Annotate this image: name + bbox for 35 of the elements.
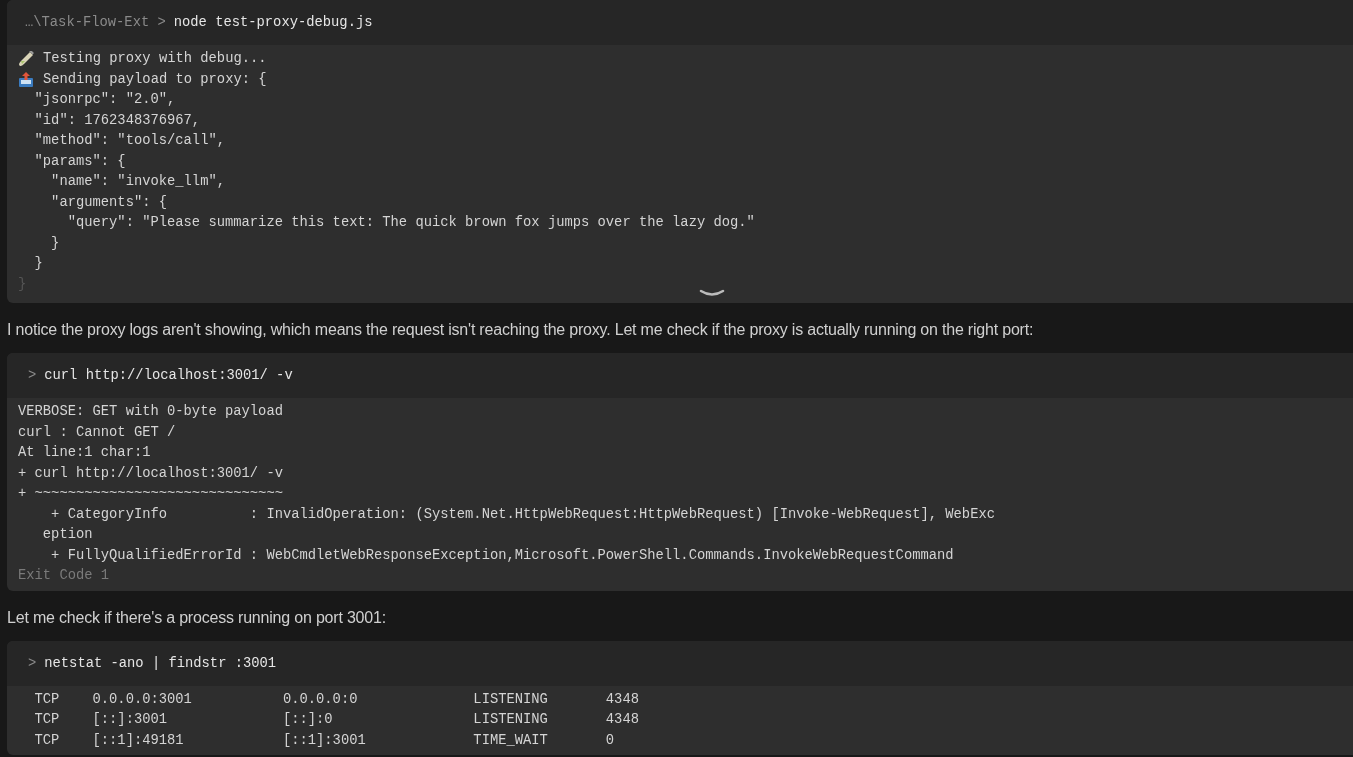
output-line: "method": "tools/call",: [33, 132, 225, 150]
assistant-message: Let me check if there's a process running on port 3001:: [7, 608, 386, 627]
output-line: TCP 0.0.0.0:3001 0.0.0.0:0 LISTENING 4348: [33, 690, 639, 709]
prompt-symbol: >: [28, 368, 37, 383]
output-line: Sending payload to proxy: {: [43, 70, 267, 89]
prompt-symbol: >: [28, 655, 37, 671]
output-line: "params": {: [33, 152, 126, 171]
expand-chevron-icon[interactable]: [699, 289, 725, 299]
output-line: At line:1 char:1: [18, 444, 151, 462]
output-line: + CategoryInfo : InvalidOperation: (System.Net.HttpWebRequest:HttpWebRequest) [Invoke-WebRequest], WebExc: [50, 505, 995, 524]
output-line: + FullyQualifiedErrorId : WebCmdletWebResponseException,Microsoft.PowerShell.Commands.InvokeWebRequestCommand: [50, 546, 954, 565]
output-line: curl : Cannot GET /: [18, 423, 176, 442]
output-line: + ~~~~~~~~~~~~~~~~~~~~~~~~~~~~~~: [18, 485, 283, 503]
output-line: "jsonrpc": "2.0",: [33, 91, 176, 109]
outbox-icon: [18, 71, 34, 88]
output-line: "name": "invoke_llm",: [50, 173, 225, 191]
output-line: "query": "Please summarize this text: The quick brown fox jumps over the lazy dog.": [66, 214, 755, 232]
output-line: }: [33, 255, 43, 273]
output-line: + curl http://localhost:3001/ -v: [18, 464, 283, 483]
assistant-message: I notice the proxy logs aren't showing, which means the request isn't reaching the proxy. Let me check if the proxy is actually running on the right port:: [7, 321, 1034, 339]
output-line: }: [50, 234, 60, 253]
command-text: node test-proxy-debug.js: [173, 15, 373, 30]
working-directory: …\Task-Flow-Ext >: [25, 15, 166, 30]
output-line: eption: [41, 526, 93, 544]
output-line: Testing proxy with debug...: [43, 50, 267, 68]
output-line: "id": 1762348376967,: [33, 111, 201, 130]
output-line: TCP [::]:3001 [::]:0 LISTENING 4348: [33, 711, 639, 729]
command-text: curl http://localhost:3001/ -v: [44, 368, 293, 383]
exit-code: Exit Code 1: [18, 567, 110, 585]
output-line: TCP [::1]:49181 [::1]:3001 TIME_WAIT 0: [33, 731, 615, 750]
command-text: netstat -ano | findstr :3001: [44, 655, 277, 671]
output-line: VERBOSE: GET with 0-byte payload: [18, 403, 283, 421]
output-line: }: [18, 275, 27, 294]
output-line: "arguments": {: [50, 193, 168, 212]
test-tube-icon: [18, 51, 34, 68]
